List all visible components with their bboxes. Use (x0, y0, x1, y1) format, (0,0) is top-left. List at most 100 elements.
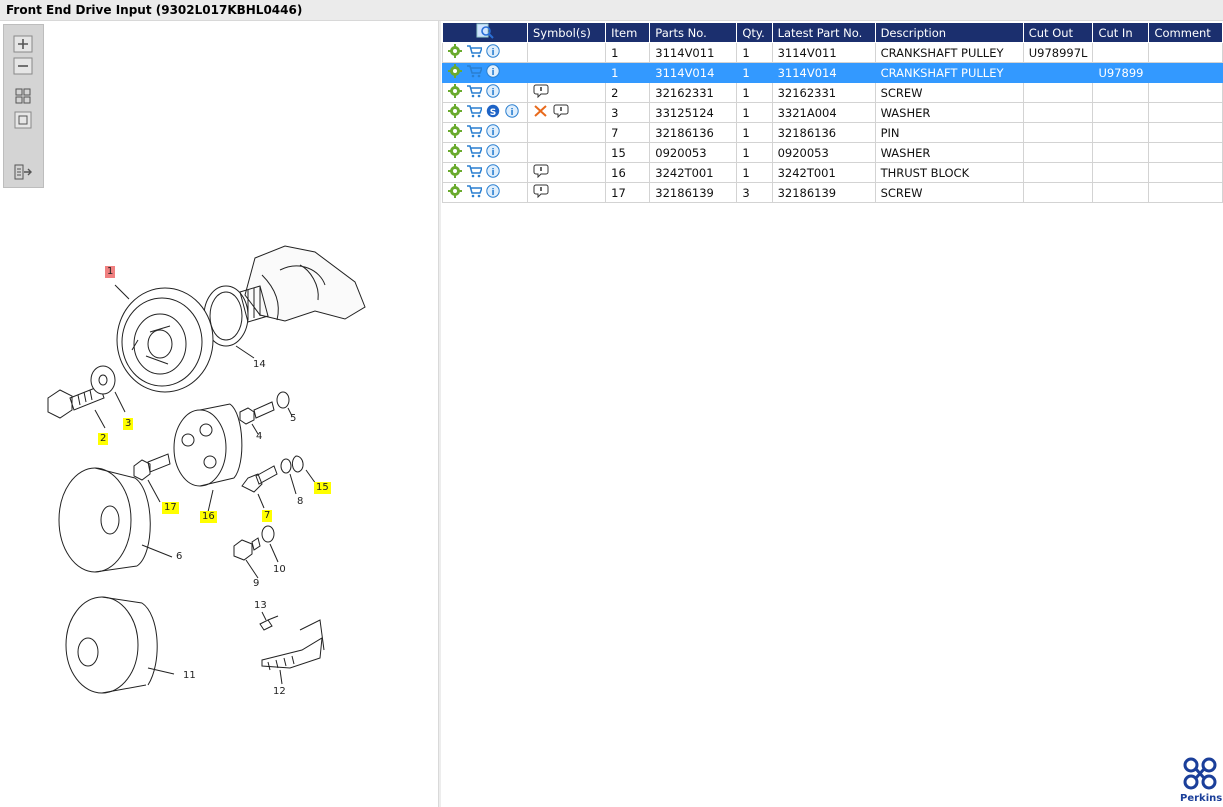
illustration-pane[interactable]: 1 2 3 4 5 6 7 8 9 10 11 12 13 14 15 16 1… (0, 21, 438, 807)
cell-comment (1148, 62, 1223, 83)
callout-16[interactable]: 16 (200, 511, 217, 523)
cart-icon[interactable] (466, 84, 484, 101)
info-icon[interactable]: i (485, 44, 501, 61)
cell-latest-part-no: 32186136 (771, 122, 876, 143)
callout-3[interactable]: 3 (123, 418, 134, 430)
row-actions: i (442, 62, 528, 83)
cell-part-no: 3114V014 (649, 62, 738, 83)
table-row[interactable]: i 1 3114V014 1 3114V014 CRANKSHAFT PULLEY U978… (442, 62, 1223, 83)
column-header-qty[interactable]: Qty. (736, 22, 773, 43)
parts-table: Symbol(s) Item Parts No. Qty. Latest Par… (442, 22, 1223, 203)
table-row[interactable]: i 15 0920053 1 0920053 WASHER (442, 142, 1223, 163)
part-6-pulley-drawing (58, 467, 173, 573)
table-row[interactable]: i 16 3242T001 1 3242T001 THRUST BLOCK (442, 162, 1223, 183)
cell-qty: 1 (736, 42, 773, 63)
column-header-cut-in[interactable]: Cut In (1092, 22, 1150, 43)
cell-part-no: 33125124 (649, 102, 738, 123)
callout-6[interactable]: 6 (176, 551, 182, 563)
column-header-description[interactable]: Description (874, 22, 1024, 43)
settings-icon[interactable] (447, 104, 463, 121)
callout-7[interactable]: 7 (262, 510, 273, 522)
svg-text:S: S (490, 108, 496, 118)
column-header-comment[interactable]: Comment (1148, 22, 1223, 43)
info-icon[interactable]: i (485, 64, 501, 81)
cell-item: 2 (605, 82, 651, 103)
callout-13[interactable]: 13 (254, 600, 267, 612)
info-icon[interactable]: i (485, 124, 501, 141)
comment-icon[interactable] (533, 84, 549, 101)
comment-icon[interactable] (553, 104, 569, 121)
callout-4[interactable]: 4 (256, 431, 262, 443)
callout-12[interactable]: 12 (273, 686, 286, 698)
cart-icon[interactable] (466, 64, 484, 81)
settings-icon[interactable] (447, 84, 463, 101)
svg-text:i: i (491, 148, 494, 158)
cart-icon[interactable] (466, 124, 484, 141)
row-symbols (526, 42, 607, 63)
cell-latest-part-no: 3114V014 (771, 62, 876, 83)
settings-icon[interactable] (447, 124, 463, 141)
cell-qty: 1 (736, 162, 773, 183)
perkins-brand-text: Perkins (1180, 793, 1223, 804)
table-row[interactable]: i 7 32186136 1 32186136 PIN (442, 122, 1223, 143)
cross-icon[interactable] (533, 104, 549, 121)
settings-icon[interactable] (447, 164, 463, 181)
cell-part-no: 32162331 (649, 82, 738, 103)
cell-comment (1148, 122, 1223, 143)
cart-icon[interactable] (466, 104, 484, 121)
cell-item: 17 (605, 182, 651, 203)
cell-qty: 3 (736, 182, 773, 203)
cell-description: THRUST BLOCK (874, 162, 1024, 183)
table-row[interactable]: i 1 3114V011 1 3114V011 CRANKSHAFT PULLEY U978… (442, 42, 1223, 63)
info-icon[interactable]: i (485, 144, 501, 161)
cart-icon[interactable] (466, 144, 484, 161)
settings-icon[interactable] (447, 44, 463, 61)
cell-cut-in (1092, 142, 1150, 163)
row-symbols (526, 82, 607, 103)
row-symbols (526, 102, 607, 123)
comment-icon[interactable] (533, 184, 549, 201)
info-icon[interactable]: i (485, 164, 501, 181)
callout-9[interactable]: 9 (253, 578, 259, 590)
column-header-part-no[interactable]: Parts No. (649, 22, 738, 43)
cell-latest-part-no: 3321A004 (771, 102, 876, 123)
cell-item: 1 (605, 62, 651, 83)
column-header-actions[interactable] (442, 22, 528, 43)
callout-11[interactable]: 11 (183, 670, 196, 682)
cart-icon[interactable] (466, 44, 484, 61)
cell-latest-part-no: 32186139 (771, 182, 876, 203)
settings-icon[interactable] (447, 64, 463, 81)
settings-icon[interactable] (447, 144, 463, 161)
cart-icon[interactable] (466, 184, 484, 201)
callout-8[interactable]: 8 (297, 496, 303, 508)
row-symbols (526, 162, 607, 183)
column-header-item[interactable]: Item (605, 22, 651, 43)
column-header-cut-out[interactable]: Cut Out (1022, 22, 1094, 43)
cell-cut-out (1022, 102, 1094, 123)
column-header-latest-part-no[interactable]: Latest Part No. (771, 22, 876, 43)
cart-icon[interactable] (466, 164, 484, 181)
cell-latest-part-no: 3242T001 (771, 162, 876, 183)
column-header-symbols[interactable]: Symbol(s) (526, 22, 607, 43)
exploded-parts-diagram (47, 245, 366, 694)
callout-5[interactable]: 5 (290, 413, 296, 425)
table-row[interactable]: i 2 32162331 1 32162331 SCREW (442, 82, 1223, 103)
callout-1[interactable]: 1 (105, 266, 116, 278)
callout-15[interactable]: 15 (314, 482, 331, 494)
part-12-bracket-drawing (261, 619, 325, 685)
callout-14[interactable]: 14 (253, 359, 266, 371)
info-icon[interactable]: i (485, 184, 501, 201)
service-icon[interactable]: S (485, 104, 501, 121)
part-11-damper-drawing (65, 596, 175, 694)
info-icon[interactable]: i (485, 84, 501, 101)
comment-icon[interactable] (533, 164, 549, 181)
cell-comment (1148, 142, 1223, 163)
part-3-washer-drawing (90, 365, 116, 395)
table-row[interactable]: Si 3 33125124 1 3321A004 WASHER (442, 102, 1223, 123)
callout-10[interactable]: 10 (273, 564, 286, 576)
callout-17[interactable]: 17 (162, 502, 179, 514)
callout-2[interactable]: 2 (98, 433, 109, 445)
info-icon[interactable]: i (504, 104, 520, 121)
table-row[interactable]: i 17 32186139 3 32186139 SCREW (442, 182, 1223, 203)
settings-icon[interactable] (447, 184, 463, 201)
